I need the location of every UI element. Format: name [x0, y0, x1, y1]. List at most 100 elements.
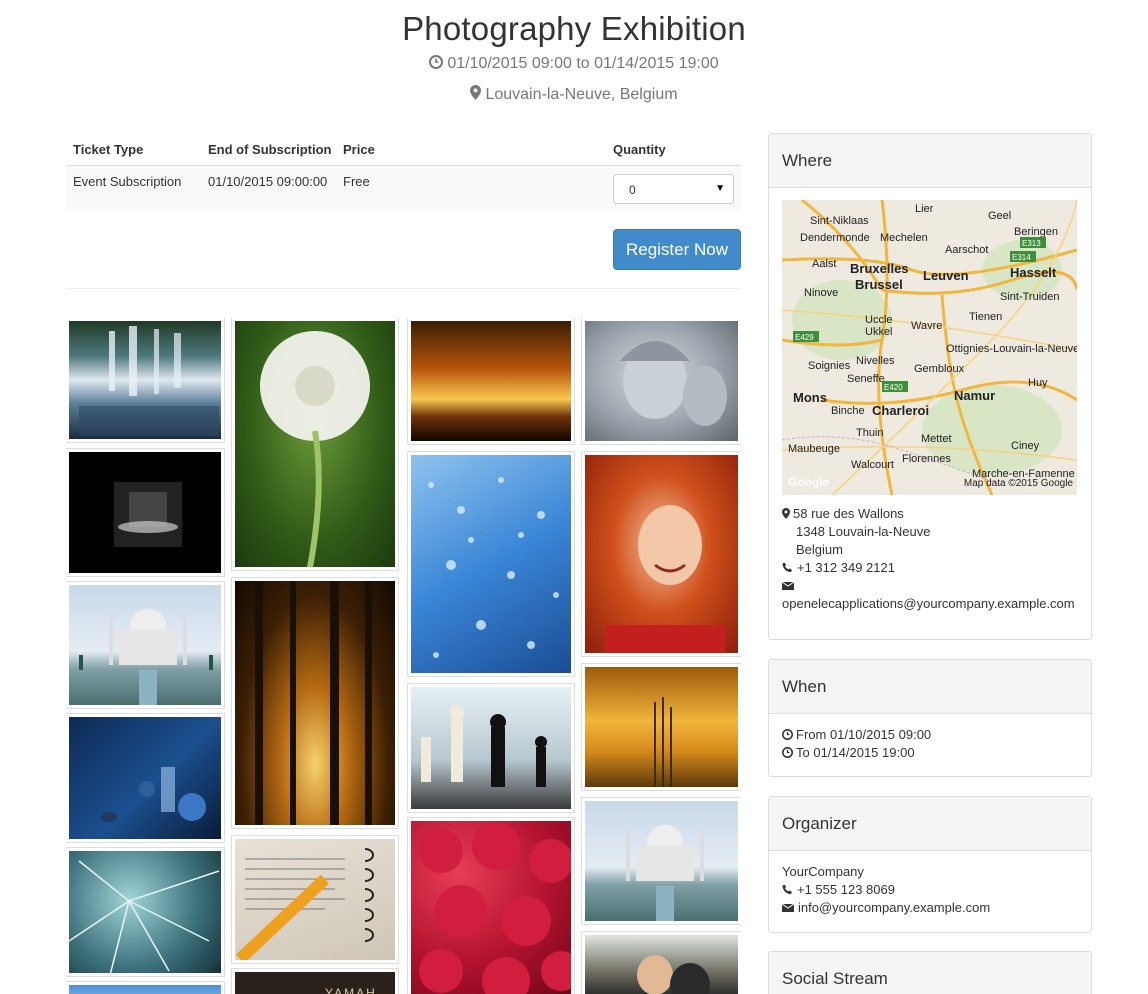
photo-dark-corridor[interactable] — [66, 449, 224, 576]
divider — [66, 288, 741, 289]
ticket-end-cell: 01/10/2015 09:00:00 — [208, 174, 328, 189]
ticket-type-cell: Event Subscription — [73, 174, 182, 189]
where-phone-text: +1 312 349 2121 — [797, 560, 895, 575]
map-label: Huy — [1028, 377, 1048, 389]
clock-icon — [429, 55, 444, 69]
when-heading: When — [769, 660, 1091, 714]
table-row: Event Subscription 01/10/2015 09:00:00 F… — [66, 166, 741, 211]
photo-sky-partial[interactable] — [66, 982, 224, 994]
photo-gallery: YAMAH — [66, 318, 741, 994]
highway-label: E420 — [884, 383, 903, 392]
photo-chess[interactable] — [408, 684, 574, 812]
when-to-text: To 01/14/2015 19:00 — [796, 745, 915, 760]
photo-red-haired-woman[interactable] — [582, 452, 741, 656]
where-phone: +1 312 349 2121 — [782, 559, 1078, 577]
photo-wheat-sunset[interactable] — [582, 664, 741, 790]
taj-mahal-2-image — [626, 825, 704, 921]
clock-icon — [782, 747, 793, 758]
map-label: Ottignies-Louvain-la-Neuve — [946, 343, 1077, 355]
envelope-icon — [782, 903, 794, 912]
col-price: Price — [343, 142, 375, 157]
phone-icon — [782, 884, 792, 895]
where-panel: Where Sint-Niklaas Lier Geel Dendermonde… — [768, 133, 1092, 640]
map-marker-icon — [782, 508, 790, 519]
address-city: 1348 Louvain-la-Neuve — [796, 524, 931, 539]
map-label: Sint-Truiden — [1000, 291, 1060, 303]
water-drops-image — [428, 477, 559, 658]
phone-icon — [782, 562, 792, 573]
map-label: Namur — [954, 388, 995, 403]
where-body: Sint-Niklaas Lier Geel Dendermonde Mechelen B… — [769, 188, 1091, 625]
ticket-price-cell: Free — [343, 174, 370, 189]
photo-forest-sunlight[interactable] — [232, 578, 398, 828]
map-label: Leuven — [923, 268, 969, 283]
statue-image — [620, 341, 727, 426]
register-now-button[interactable]: Register Now — [613, 229, 741, 270]
tickets-header-row: Ticket Type End of Subscription Price Qu… — [66, 134, 741, 166]
photo-sunset-clouds[interactable] — [408, 318, 574, 444]
map-label: Aarschot — [945, 244, 988, 256]
raspberries-image — [419, 822, 571, 994]
map-label: Soignies — [808, 360, 851, 372]
tickets-table: Ticket Type End of Subscription Price Qu… — [66, 134, 741, 211]
photo-angel-statue[interactable] — [582, 318, 741, 444]
waterfall-image — [79, 326, 219, 436]
map-label: Nivelles — [856, 355, 895, 367]
photo-yamaha-partial[interactable]: YAMAH — [232, 969, 398, 994]
page-title: Photography Exhibition — [402, 10, 746, 47]
where-email[interactable]: openelecapplications@yourcompany.example… — [782, 595, 1078, 613]
event-dates-text: 01/10/2015 09:00 to 01/14/2015 19:00 — [447, 55, 719, 72]
col-quantity: Quantity — [613, 142, 666, 157]
map-label: Tienen — [969, 311, 1002, 323]
map-label: Lier — [915, 203, 934, 215]
organizer-email-text[interactable]: info@yourcompany.example.com — [798, 900, 990, 915]
col-end-subscription: End of Subscription — [208, 142, 332, 157]
map-label: Uccle — [865, 314, 893, 326]
quantity-select[interactable]: 0 ▼ — [613, 174, 734, 204]
map-label: Mons — [793, 390, 827, 405]
when-panel: When From 01/10/2015 09:00 To 01/14/2015… — [768, 659, 1092, 777]
map-label: Dendermonde — [800, 232, 870, 244]
organizer-heading: Organizer — [769, 797, 1091, 851]
map-marker-icon — [470, 85, 482, 100]
map-label: Maubeuge — [788, 443, 840, 455]
caret-down-icon: ▼ — [715, 183, 725, 194]
photo-taj-mahal-2[interactable] — [582, 798, 741, 924]
organizer-name: YourCompany — [782, 864, 864, 879]
map-label: Wavre — [911, 320, 942, 332]
map-label: Bruxelles — [850, 261, 909, 276]
col-ticket-type: Ticket Type — [73, 142, 144, 157]
photo-raspberries[interactable] — [408, 818, 574, 994]
map-label: Gembloux — [914, 363, 965, 375]
photo-dictionary-pencil[interactable] — [232, 836, 398, 963]
partial-caption: YAMAH — [325, 986, 377, 994]
map-label: Aalst — [812, 258, 836, 270]
social-stream-heading: Social Stream — [769, 952, 1091, 994]
dictionary-image — [235, 848, 374, 960]
corridor-image — [114, 482, 182, 547]
organizer-body: YourCompany +1 555 123 8069 info@yourcom… — [769, 851, 1091, 929]
taj-mahal-image — [79, 609, 213, 705]
map-label: Brussel — [855, 277, 903, 292]
map-label: Ciney — [1011, 440, 1040, 452]
where-email-icon-line — [782, 577, 1078, 595]
woman-image — [605, 505, 725, 653]
photo-water-drops[interactable] — [408, 452, 574, 676]
photo-waterfall[interactable] — [66, 318, 224, 442]
map-image: Sint-Niklaas Lier Geel Dendermonde Mechelen B… — [782, 200, 1077, 495]
map-label: Seneffe — [847, 373, 885, 385]
organizer-email: info@yourcompany.example.com — [782, 899, 1078, 917]
photo-cracked-glass[interactable] — [66, 848, 224, 976]
photo-taj-mahal[interactable] — [66, 582, 224, 708]
when-from: From 01/10/2015 09:00 — [782, 726, 1078, 744]
photo-blue-clocks[interactable] — [66, 714, 224, 842]
event-dates: 01/10/2015 09:00 to 01/14/2015 19:00 — [0, 55, 1148, 73]
photo-dandelion[interactable] — [232, 318, 398, 570]
forest-image — [255, 581, 372, 825]
couple-image — [637, 955, 710, 994]
map-label: Thuin — [856, 427, 884, 439]
event-location-text: Louvain-la-Neuve, Belgium — [485, 86, 678, 103]
photo-couple[interactable] — [582, 932, 741, 994]
location-map[interactable]: Sint-Niklaas Lier Geel Dendermonde Mechelen B… — [782, 200, 1077, 495]
when-body: From 01/10/2015 09:00 To 01/14/2015 19:0… — [769, 714, 1091, 774]
